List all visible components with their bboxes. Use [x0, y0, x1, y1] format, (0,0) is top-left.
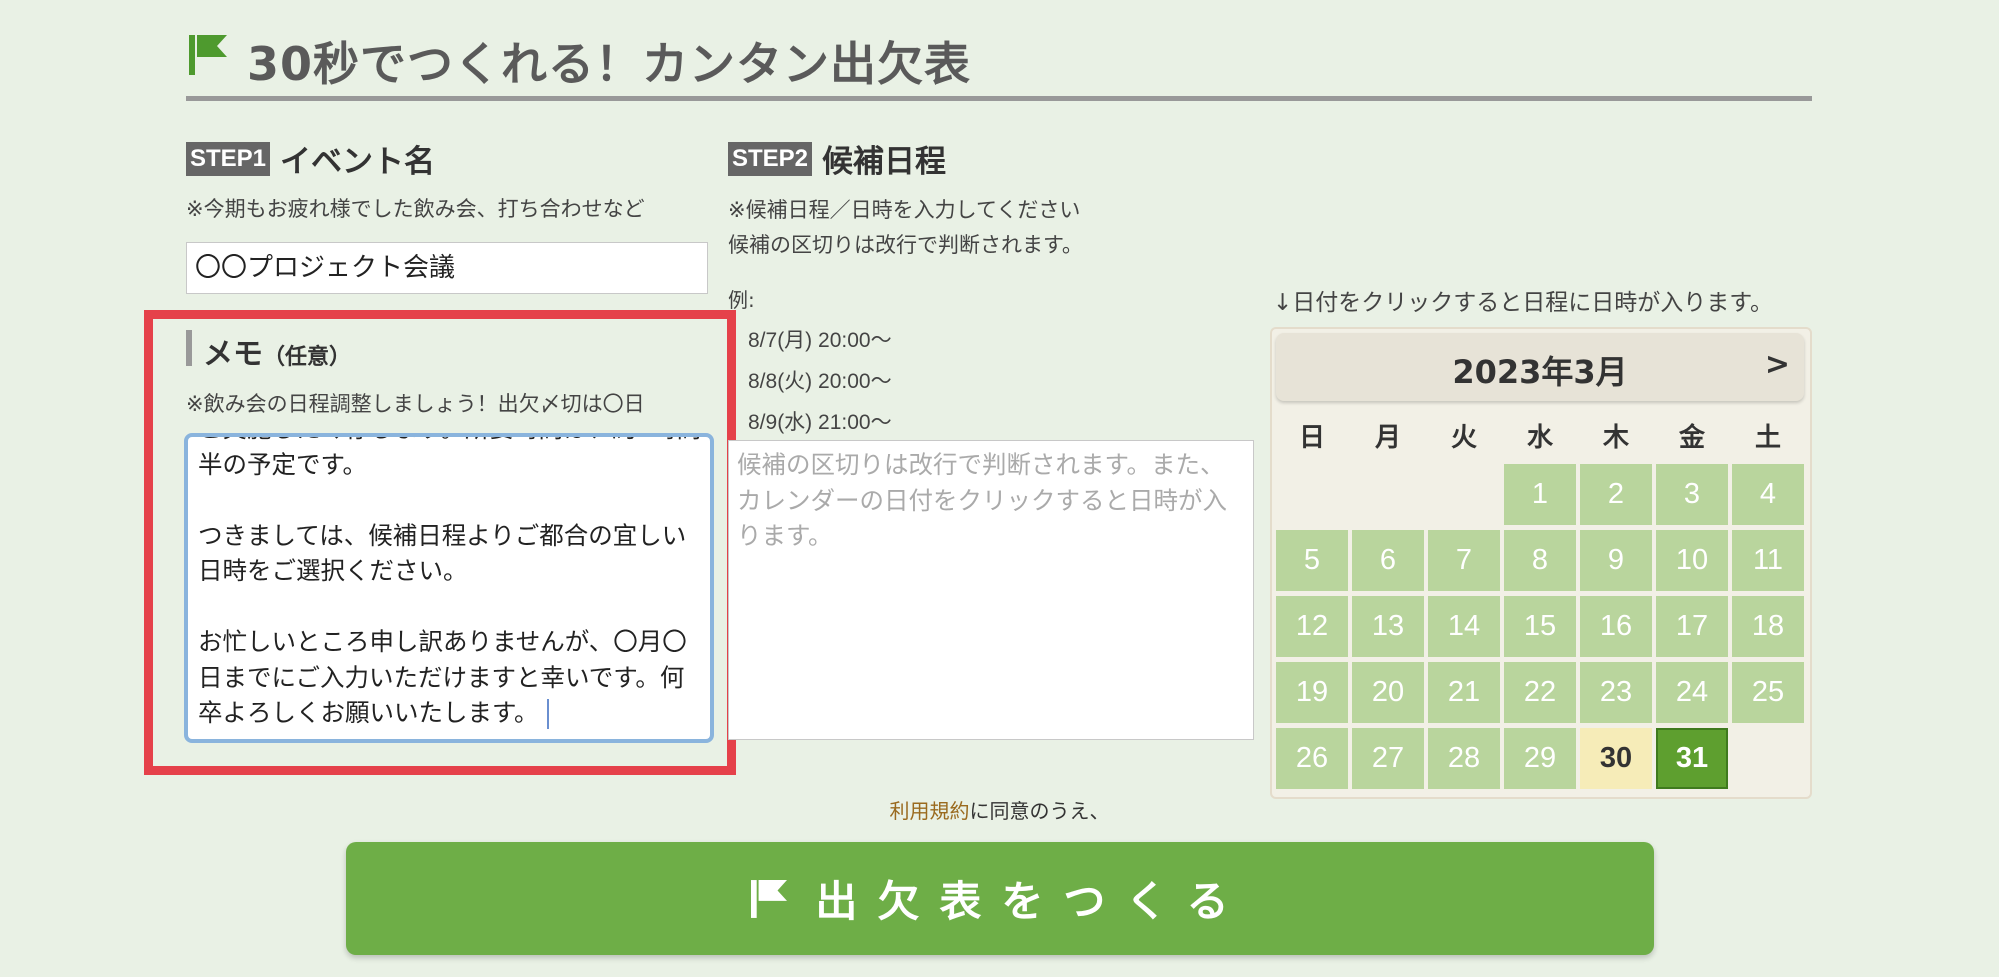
calendar-day-today[interactable]: 30 — [1580, 728, 1652, 789]
calendar-day[interactable]: 24 — [1656, 662, 1728, 723]
weekday-header: 木 — [1602, 423, 1629, 453]
calendar-day[interactable]: 13 — [1352, 596, 1424, 657]
calendar-day[interactable]: 5 — [1276, 530, 1348, 591]
step2-heading: STEP2 候補日程 — [728, 136, 946, 181]
step1-title: イベント名 — [280, 144, 436, 180]
terms-link[interactable]: 利用規約 — [890, 799, 970, 823]
calendar-header: 2023年3月 > — [1276, 333, 1804, 401]
text-cursor — [546, 699, 549, 729]
step1-note: ※今期もお疲れ様でした飲み会、打ち合わせなど — [186, 197, 645, 221]
calendar-day[interactable]: 11 — [1732, 530, 1804, 591]
memo-heading: メモ（任意） — [203, 329, 351, 373]
calendar-day[interactable]: 7 — [1428, 530, 1500, 591]
step2-note: ※候補日程／日時を入力してください 候補の区切りは改行で判断されます。 — [728, 193, 1083, 263]
event-name-input[interactable]: 〇〇プロジェクト会議 — [186, 242, 708, 294]
weekday-header: 水 — [1526, 423, 1553, 453]
calendar-hint: ↓日付をクリックすると日程に日時が入ります。 — [1273, 290, 1773, 316]
example-item: 8/7(月) 20:00〜 — [748, 329, 892, 352]
example-label: 例: — [728, 288, 755, 312]
calendar-day[interactable]: 21 — [1428, 662, 1500, 723]
memo-note: ※飲み会の日程調整しましょう！出欠〆切は〇日 — [186, 392, 645, 416]
step2-note-line2: 候補の区切りは改行で判断されます。 — [728, 233, 1083, 257]
terms-agreement: 利用規約に同意のうえ、 — [0, 795, 1999, 824]
next-month-button[interactable]: > — [1765, 347, 1790, 382]
create-attendance-button[interactable]: 出欠表をつくる — [346, 842, 1654, 955]
calendar-day[interactable]: 27 — [1352, 728, 1424, 789]
calendar-day[interactable]: 15 — [1504, 596, 1576, 657]
calendar-day[interactable]: 23 — [1580, 662, 1652, 723]
calendar-day[interactable]: 10 — [1656, 530, 1728, 591]
example-item: 8/9(水) 21:00〜 — [748, 411, 892, 434]
calendar-day[interactable]: 6 — [1352, 530, 1424, 591]
calendar-day[interactable]: 16 — [1580, 596, 1652, 657]
calendar-day[interactable]: 18 — [1732, 596, 1804, 657]
step2-note-line1: ※候補日程／日時を入力してください — [728, 198, 1081, 222]
calendar-day[interactable]: 29 — [1504, 728, 1576, 789]
step1-heading: STEP1 イベント名 — [186, 136, 435, 181]
memo-textarea[interactable]: ご実施したく存じます。所要時間は、約1時間半の予定です。 つきましては、候補日程… — [184, 433, 714, 743]
weekday-header: 火 — [1450, 423, 1477, 453]
candidate-dates-textarea[interactable]: 候補の区切りは改行で判断されます。また、カレンダーの日付をクリックすると日時が入… — [728, 440, 1254, 740]
calendar-day[interactable]: 19 — [1276, 662, 1348, 723]
step2-title: 候補日程 — [822, 144, 947, 180]
memo-text-content: ご実施したく存じます。所要時間は、約1時間半の予定です。 つきましては、候補日程… — [198, 437, 701, 727]
memo-heading-bar — [186, 330, 192, 366]
calendar-day[interactable]: 2 — [1580, 464, 1652, 525]
weekday-header: 月 — [1374, 423, 1401, 453]
flag-icon — [189, 35, 227, 75]
flag-icon — [751, 879, 788, 918]
weekday-header: 日 — [1298, 423, 1325, 453]
step2-badge: STEP2 — [728, 141, 813, 176]
weekday-header: 土 — [1754, 423, 1781, 453]
calendar-day-selected[interactable]: 31 — [1656, 728, 1728, 789]
weekday-header: 金 — [1678, 423, 1705, 453]
calendar-day[interactable]: 9 — [1580, 530, 1652, 591]
calendar-day[interactable]: 28 — [1428, 728, 1500, 789]
calendar-day[interactable]: 12 — [1276, 596, 1348, 657]
create-button-label: 出欠表をつくる — [815, 877, 1249, 926]
calendar-month-label: 2023年3月 — [1452, 353, 1628, 391]
calendar-day[interactable]: 14 — [1428, 596, 1500, 657]
terms-text: に同意のうえ、 — [969, 799, 1110, 823]
calendar: 2023年3月 > 日月火水木金土 1 2 3 4 5 6 7 8 9 10 11 12 13 14 15 16… — [1270, 327, 1812, 799]
calendar-day[interactable]: 22 — [1504, 662, 1576, 723]
calendar-day[interactable]: 4 — [1732, 464, 1804, 525]
calendar-day[interactable]: 26 — [1276, 728, 1348, 789]
memo-title: メモ — [203, 337, 263, 372]
page-title: 30秒でつくれる！カンタン出欠表 — [247, 37, 972, 91]
memo-text: ご実施したく存じます。所要時間は、約1時間半の予定です。 つきましては、候補日程… — [198, 437, 702, 731]
memo-optional-label: （任意） — [263, 345, 352, 370]
calendar-day[interactable]: 3 — [1656, 464, 1728, 525]
calendar-day[interactable]: 25 — [1732, 662, 1804, 723]
title-divider — [186, 96, 1812, 101]
example-item: 8/8(火) 20:00〜 — [748, 370, 892, 393]
step1-badge: STEP1 — [186, 141, 271, 176]
calendar-day[interactable]: 8 — [1504, 530, 1576, 591]
calendar-day[interactable]: 1 — [1504, 464, 1576, 525]
calendar-day[interactable]: 20 — [1352, 662, 1424, 723]
calendar-day[interactable]: 17 — [1656, 596, 1728, 657]
